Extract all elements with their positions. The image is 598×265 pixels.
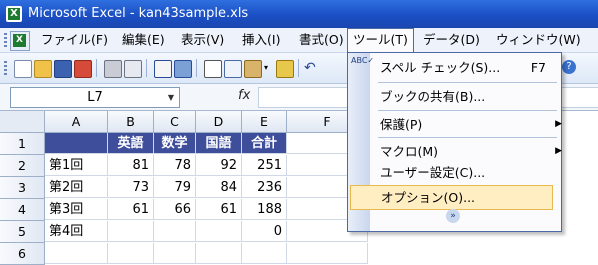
open-icon[interactable] (34, 60, 52, 78)
cell-c4[interactable]: 66 (154, 199, 196, 220)
cell-e6[interactable] (242, 243, 287, 264)
cell-a5[interactable]: 第4回 (45, 221, 108, 242)
menu-item-label: オプション(O)... (381, 190, 476, 205)
window-title: Microsoft Excel - kan43sample.xls (28, 6, 249, 21)
menu-item-label: ユーザー設定(C)... (380, 165, 486, 180)
toolbar-grip[interactable] (4, 33, 7, 47)
row-header-6[interactable]: 6 (0, 243, 45, 265)
cell-e5[interactable]: 0 (242, 221, 287, 242)
menu-item-share-workbook[interactable]: ブックの共有(B)... (370, 84, 566, 109)
cell-b4[interactable]: 61 (108, 199, 154, 220)
menu-bar: X ファイル(F) 編集(E) 表示(V) 挿入(I) 書式(O) ツール(T)… (0, 28, 598, 53)
expand-menu-icon[interactable]: » (446, 209, 460, 223)
column-header-b[interactable]: B (108, 111, 154, 133)
row-header-2[interactable]: 2 (0, 155, 45, 177)
paste-icon[interactable] (244, 60, 262, 78)
cell-a3[interactable]: 第2回 (45, 177, 108, 198)
cell-b1[interactable]: 英語 (108, 133, 154, 154)
menu-item-label: 保護(P) (380, 117, 423, 132)
column-header-a[interactable]: A (45, 111, 108, 133)
menu-view[interactable]: 表示(V) (176, 28, 229, 51)
menu-window[interactable]: ウィンドウ(W) (491, 28, 586, 51)
column-header-c[interactable]: C (154, 111, 196, 133)
undo-icon[interactable]: ↶ (304, 60, 320, 76)
spelling-icon[interactable] (154, 60, 172, 78)
cell-e1[interactable]: 合計 (242, 133, 287, 154)
research-icon[interactable] (174, 60, 192, 78)
fx-label[interactable]: fx (238, 88, 250, 103)
cell-d3[interactable]: 84 (196, 177, 242, 198)
column-header-e[interactable]: E (242, 111, 287, 133)
menu-item-label: スペル チェック(S)... (380, 60, 501, 75)
cell-b6[interactable] (108, 243, 154, 264)
cell-b5[interactable] (108, 221, 154, 242)
shortcut-label: F7 (530, 60, 546, 75)
toolbar-separator (146, 59, 147, 77)
row-header-3[interactable]: 3 (0, 177, 45, 199)
cell-e4[interactable]: 188 (242, 199, 287, 220)
cell-d6[interactable] (196, 243, 242, 264)
row-header-5[interactable]: 5 (0, 221, 45, 243)
menu-item-customize[interactable]: ユーザー設定(C)... (370, 160, 566, 185)
copy-icon[interactable] (224, 60, 242, 78)
workbook-icon[interactable]: X (10, 31, 30, 51)
menu-insert[interactable]: 挿入(I) (237, 28, 285, 51)
menu-edit[interactable]: 編集(E) (117, 28, 170, 51)
toolbar-separator (196, 59, 197, 77)
menu-item-options[interactable]: オプション(O)... (350, 185, 553, 210)
menu-separator (378, 82, 557, 83)
excel-app-icon: X (6, 6, 22, 22)
select-all-corner[interactable] (0, 111, 45, 133)
cell-c1[interactable]: 数学 (154, 133, 196, 154)
cell-d2[interactable]: 92 (196, 155, 242, 176)
toolbar-separator (298, 59, 299, 77)
menu-item-spelling[interactable]: スペル チェック(S)... F7 (370, 55, 566, 80)
cell-d1[interactable]: 国語 (196, 133, 242, 154)
print-preview-icon[interactable] (124, 60, 142, 78)
row-header-4[interactable]: 4 (0, 199, 45, 221)
name-box-value: L7 (87, 90, 103, 105)
cell-f6[interactable] (287, 243, 368, 264)
cell-a6[interactable] (45, 243, 108, 264)
cell-a4[interactable]: 第3回 (45, 199, 108, 220)
row-header-1[interactable]: 1 (0, 133, 45, 155)
toolbar-grip[interactable] (4, 61, 7, 75)
menu-data[interactable]: データ(D) (418, 28, 485, 51)
menu-separator (378, 137, 557, 138)
menu-item-label: マクロ(M) (380, 144, 439, 159)
tools-menu-dropdown: ABC✓ スペル チェック(S)... F7 ブックの共有(B)... 保護(P… (347, 52, 562, 232)
print-icon[interactable] (104, 60, 122, 78)
paste-dropdown-icon[interactable]: ▾ (264, 60, 272, 76)
menu-file[interactable]: ファイル(F) (36, 28, 113, 51)
menu-item-protection[interactable]: 保護(P) ▶ (370, 112, 566, 137)
cell-e3[interactable]: 236 (242, 177, 287, 198)
cut-icon[interactable] (204, 60, 222, 78)
chevron-down-icon[interactable]: ▼ (165, 91, 177, 104)
cell-b3[interactable]: 73 (108, 177, 154, 198)
cell-b2[interactable]: 81 (108, 155, 154, 176)
new-icon[interactable] (14, 60, 32, 78)
toolbar-separator (96, 59, 97, 77)
format-painter-icon[interactable] (276, 60, 294, 78)
title-bar: X Microsoft Excel - kan43sample.xls (0, 0, 598, 28)
cell-d4[interactable]: 61 (196, 199, 242, 220)
cell-e2[interactable]: 251 (242, 155, 287, 176)
menu-separator (378, 110, 557, 111)
cell-a2[interactable]: 第1回 (45, 155, 108, 176)
menu-tools[interactable]: ツール(T) (347, 28, 414, 53)
cell-c5[interactable] (154, 221, 196, 242)
cell-c6[interactable] (154, 243, 196, 264)
cell-c2[interactable]: 78 (154, 155, 196, 176)
submenu-arrow-icon: ▶ (555, 119, 562, 129)
menu-format[interactable]: 書式(O) (294, 28, 349, 51)
cell-c3[interactable]: 79 (154, 177, 196, 198)
menu-item-label: ブックの共有(B)... (380, 89, 486, 104)
name-box[interactable]: L7 ▼ (10, 87, 180, 108)
permission-icon[interactable] (74, 60, 92, 78)
cell-a1[interactable] (45, 133, 108, 154)
cell-d5[interactable] (196, 221, 242, 242)
save-icon[interactable] (54, 60, 72, 78)
column-header-d[interactable]: D (196, 111, 242, 133)
